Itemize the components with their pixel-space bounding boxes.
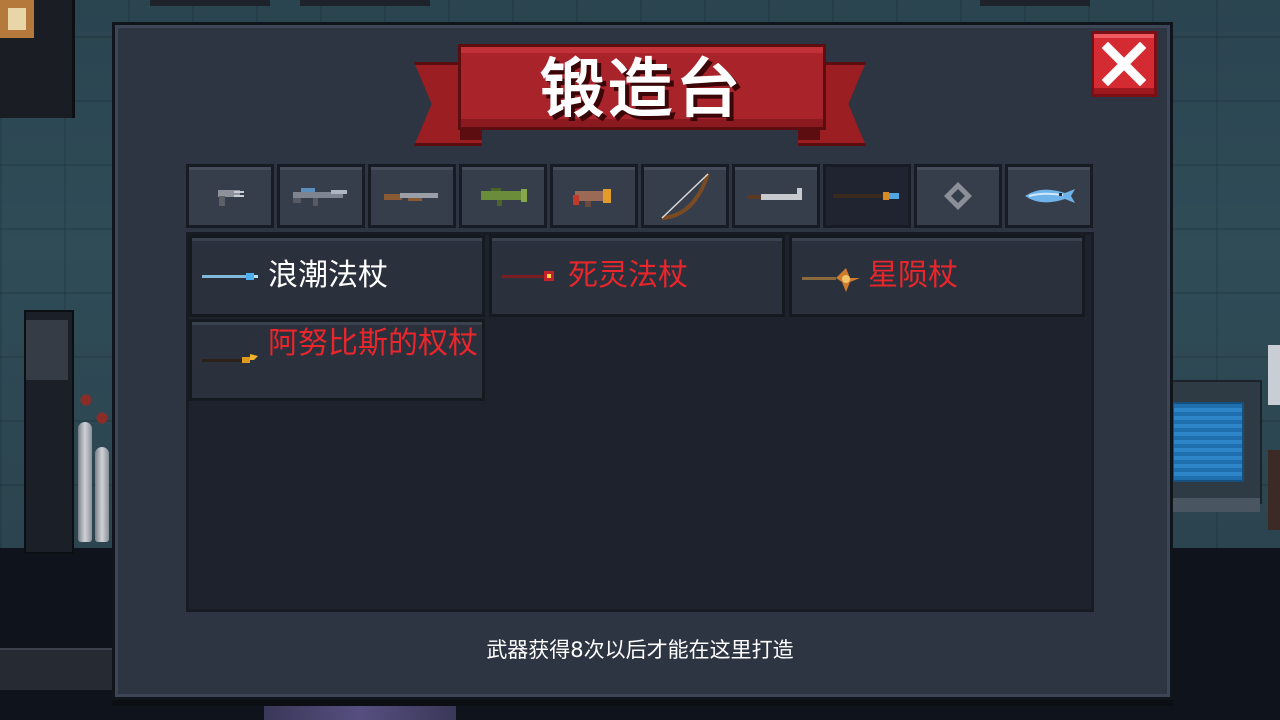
weapon-name: 阿努比斯的权杖	[268, 326, 478, 361]
shuriken-icon	[944, 182, 972, 210]
pistol-icon	[218, 190, 244, 206]
background-prop	[1268, 450, 1280, 530]
tab-shotgun[interactable]	[368, 164, 456, 228]
weapon-category-tabs	[186, 164, 1096, 228]
tab-staff[interactable]	[823, 164, 911, 228]
anubis-scepter-icon	[202, 354, 258, 363]
bow-icon	[661, 173, 710, 220]
blaster-icon	[573, 189, 611, 207]
tab-sword[interactable]	[732, 164, 820, 228]
wall-poster	[0, 0, 34, 38]
gas-tanks	[78, 392, 112, 542]
background-wall-block	[0, 0, 75, 118]
forge-requirement-hint: 武器获得8次以后才能在这里打造	[486, 638, 794, 662]
background-monitor	[1172, 402, 1244, 482]
page-title: 锻造台	[540, 53, 744, 127]
tab-rifle[interactable]	[277, 164, 365, 228]
tide-staff-icon	[202, 273, 258, 280]
weapon-item-anubis-scepter[interactable]: 阿努比斯的权杖	[189, 319, 485, 401]
weapon-item-tide-staff[interactable]: 浪潮法杖	[189, 235, 485, 317]
weapon-name: 星陨杖	[868, 258, 958, 293]
background-wall-strip	[980, 0, 1090, 6]
close-x-icon	[1102, 42, 1146, 86]
close-button[interactable]	[1091, 31, 1157, 97]
background-ledge	[0, 648, 118, 690]
weapon-name: 死灵法杖	[568, 258, 688, 293]
background-desk-base	[1170, 498, 1260, 512]
background-prop	[1268, 345, 1280, 405]
shotgun-icon	[384, 193, 438, 201]
tab-rocket-launcher[interactable]	[459, 164, 547, 228]
sword-icon	[747, 188, 802, 200]
tab-bow[interactable]	[641, 164, 729, 228]
rocket-launcher-icon	[481, 188, 527, 206]
background-wall-strip	[300, 0, 430, 6]
tab-pistol[interactable]	[186, 164, 274, 228]
tab-fish[interactable]	[1005, 164, 1093, 228]
background-wall-strip	[150, 0, 270, 6]
background-pillar-cap	[26, 320, 68, 380]
weapon-name: 浪潮法杖	[268, 258, 388, 293]
necro-staff-icon	[502, 271, 554, 281]
tab-blaster[interactable]	[550, 164, 638, 228]
weapon-item-meteor-staff[interactable]: 星陨杖	[789, 235, 1085, 317]
weapon-item-necro-staff[interactable]: 死灵法杖	[489, 235, 785, 317]
rifle-icon	[293, 188, 347, 206]
tab-shuriken[interactable]	[914, 164, 1002, 228]
staff-icon	[833, 192, 899, 200]
fish-icon	[1025, 189, 1075, 203]
meteor-staff-icon	[802, 268, 860, 292]
